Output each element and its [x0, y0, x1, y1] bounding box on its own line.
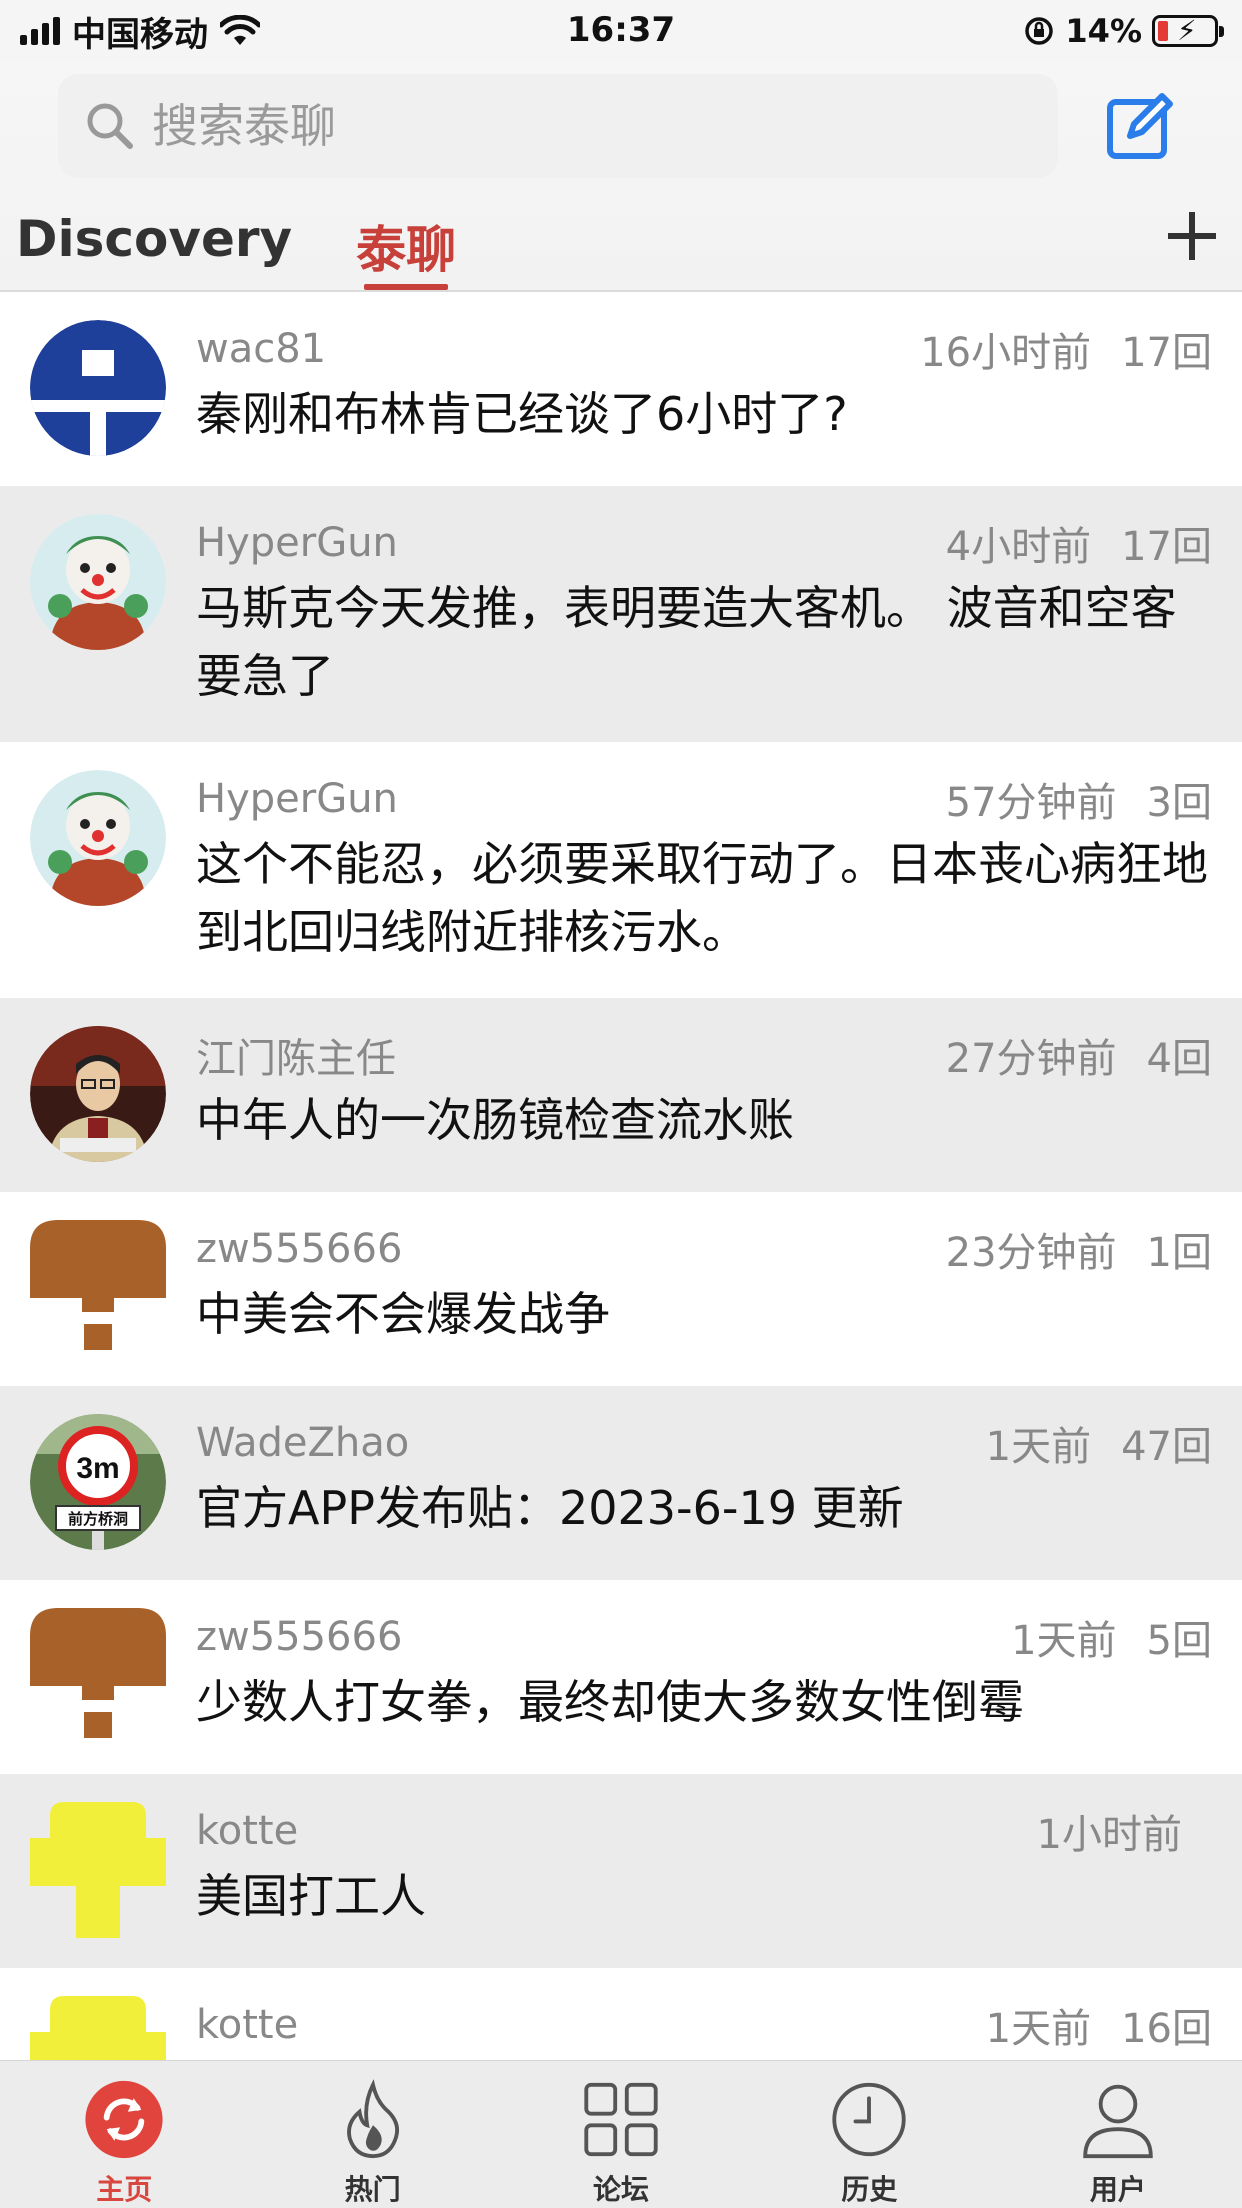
- tab-hot[interactable]: 热门: [248, 2061, 496, 2208]
- list-item[interactable]: 3m 前方桥洞 WadeZhao 1天前 47回 官方APP发布贴：2023-6…: [0, 1386, 1242, 1580]
- avatar[interactable]: [30, 770, 166, 906]
- post-title[interactable]: 少数人打女拳，最终却使大多数女性倒霉: [196, 1668, 1212, 1736]
- reply-count: 47回: [1121, 1424, 1212, 1470]
- list-item[interactable]: wac81 16小时前 17回 秦刚和布林肯已经谈了6小时了?: [0, 292, 1242, 486]
- post-title[interactable]: 中年人的一次肠镜检查流水账: [196, 1086, 1212, 1154]
- compose-icon[interactable]: [1104, 90, 1176, 162]
- tab-tailiao[interactable]: 泰聊: [356, 200, 456, 290]
- avatar[interactable]: [30, 1802, 166, 1938]
- list-item[interactable]: zw555666 1天前 5回 少数人打女拳，最终却使大多数女性倒霉: [0, 1580, 1242, 1774]
- tab-label: 用户: [1089, 2173, 1146, 2206]
- tab-history[interactable]: 历史: [745, 2061, 993, 2208]
- post-title[interactable]: 美国打工人: [196, 1862, 1212, 1930]
- reply-count: 5回: [1146, 1618, 1212, 1664]
- joker-avatar: [30, 514, 166, 650]
- search-icon: [87, 103, 133, 149]
- list-item[interactable]: 江门陈主任 27分钟前 4回 中年人的一次肠镜检查流水账: [0, 998, 1242, 1192]
- avatar[interactable]: 3m 前方桥洞: [30, 1414, 166, 1550]
- tab-label: 历史: [841, 2173, 898, 2206]
- reply-count: 3回: [1146, 780, 1212, 826]
- post-time: 1小时前: [1036, 1812, 1182, 1858]
- avatar[interactable]: [30, 1220, 166, 1356]
- portrait-avatar: [30, 1026, 166, 1162]
- clock-icon: [832, 2082, 907, 2157]
- status-bar: 中国移动 16:37 14% ⚡: [0, 0, 1242, 62]
- post-username[interactable]: HyperGun: [196, 520, 398, 566]
- tab-user[interactable]: 用户: [994, 2061, 1242, 2208]
- post-username[interactable]: HyperGun: [196, 776, 398, 822]
- yellow-pixel-avatar: [30, 1802, 166, 1938]
- battery-percent: 14%: [1065, 12, 1142, 50]
- flame-icon: [346, 2079, 399, 2159]
- joker-avatar: [30, 770, 166, 906]
- avatar[interactable]: [30, 1608, 166, 1744]
- battery-icon: ⚡: [1152, 15, 1224, 47]
- list-item[interactable]: zw555666 23分钟前 1回 中美会不会爆发战争: [0, 1192, 1242, 1386]
- post-title[interactable]: 秦刚和布林肯已经谈了6小时了?: [196, 380, 1212, 448]
- post-username[interactable]: WadeZhao: [196, 1420, 409, 1466]
- avatar[interactable]: [30, 320, 166, 456]
- add-icon[interactable]: [1164, 208, 1220, 264]
- post-username[interactable]: zw555666: [196, 1614, 402, 1660]
- post-title[interactable]: 中美会不会爆发战争: [196, 1280, 1212, 1348]
- post-username[interactable]: 江门陈主任: [196, 1026, 396, 1084]
- list-item[interactable]: HyperGun 57分钟前 3回 这个不能忍，必须要采取行动了。日本丧心病狂地…: [0, 742, 1242, 998]
- post-username[interactable]: wac81: [196, 326, 326, 372]
- post-time: 23分钟前: [945, 1230, 1117, 1276]
- post-username[interactable]: kotte: [196, 2002, 298, 2048]
- user-icon: [1083, 2084, 1153, 2159]
- reply-count: 17回: [1121, 524, 1212, 570]
- tab-home[interactable]: 主页: [0, 2061, 248, 2208]
- tab-label: 热门: [344, 2173, 401, 2206]
- post-time: 1天前: [1011, 1618, 1117, 1664]
- avatar[interactable]: [30, 514, 166, 650]
- tab-label: 论坛: [593, 2173, 650, 2206]
- sign-text: 3m: [76, 1452, 119, 1485]
- refresh-icon: [85, 2080, 163, 2159]
- tab-forum[interactable]: 论坛: [497, 2061, 745, 2208]
- post-time: 1天前: [985, 2006, 1092, 2052]
- reply-count: 17回: [1121, 330, 1212, 376]
- avatar[interactable]: [30, 1026, 166, 1162]
- post-time: 57分钟前: [945, 780, 1117, 826]
- post-title[interactable]: 这个不能忍，必须要采取行动了。日本丧心病狂地到北回归线附近排核污水。: [196, 830, 1212, 966]
- post-title[interactable]: 官方APP发布贴：2023-6-19 更新: [196, 1474, 1212, 1542]
- post-username[interactable]: zw555666: [196, 1226, 402, 1272]
- bottom-tab-bar: 主页 热门 论坛 历史 用户: [0, 2060, 1242, 2208]
- search-bar[interactable]: [58, 74, 1058, 178]
- post-list: wac81 16小时前 17回 秦刚和布林肯已经谈了6小时了? HyperGun…: [0, 292, 1242, 2162]
- brown-pixel-avatar: [30, 1220, 166, 1350]
- blue-logo-avatar: [30, 320, 166, 456]
- post-username[interactable]: kotte: [196, 1808, 298, 1854]
- search-input[interactable]: [152, 99, 952, 153]
- list-item[interactable]: HyperGun 4小时前 17回 马斯克今天发推，表明要造大客机。 波音和空客…: [0, 486, 1242, 742]
- reply-count: 4回: [1146, 1036, 1212, 1082]
- sign-subtext: 前方桥洞: [68, 1510, 128, 1528]
- tab-discovery[interactable]: Discovery: [16, 200, 292, 290]
- post-time: 16小时前: [920, 330, 1092, 376]
- header: Discovery 泰聊: [0, 62, 1242, 292]
- reply-count: 1回: [1146, 1230, 1212, 1276]
- reply-count: 16回: [1121, 2006, 1212, 2052]
- post-time: 1天前: [985, 1424, 1092, 1470]
- post-time: 4小时前: [945, 524, 1092, 570]
- post-time: 27分钟前: [945, 1036, 1117, 1082]
- list-item[interactable]: kotte 1小时前 美国打工人: [0, 1774, 1242, 1968]
- tab-label: 主页: [96, 2173, 153, 2206]
- grid-icon: [584, 2082, 658, 2157]
- road-sign-avatar: 3m 前方桥洞: [30, 1414, 166, 1550]
- tab-bar-top: Discovery 泰聊: [16, 200, 456, 290]
- brown-pixel-avatar: [30, 1608, 166, 1738]
- rotation-lock-icon: [1025, 17, 1054, 45]
- post-title[interactable]: 马斯克今天发推，表明要造大客机。 波音和空客要急了: [196, 574, 1212, 710]
